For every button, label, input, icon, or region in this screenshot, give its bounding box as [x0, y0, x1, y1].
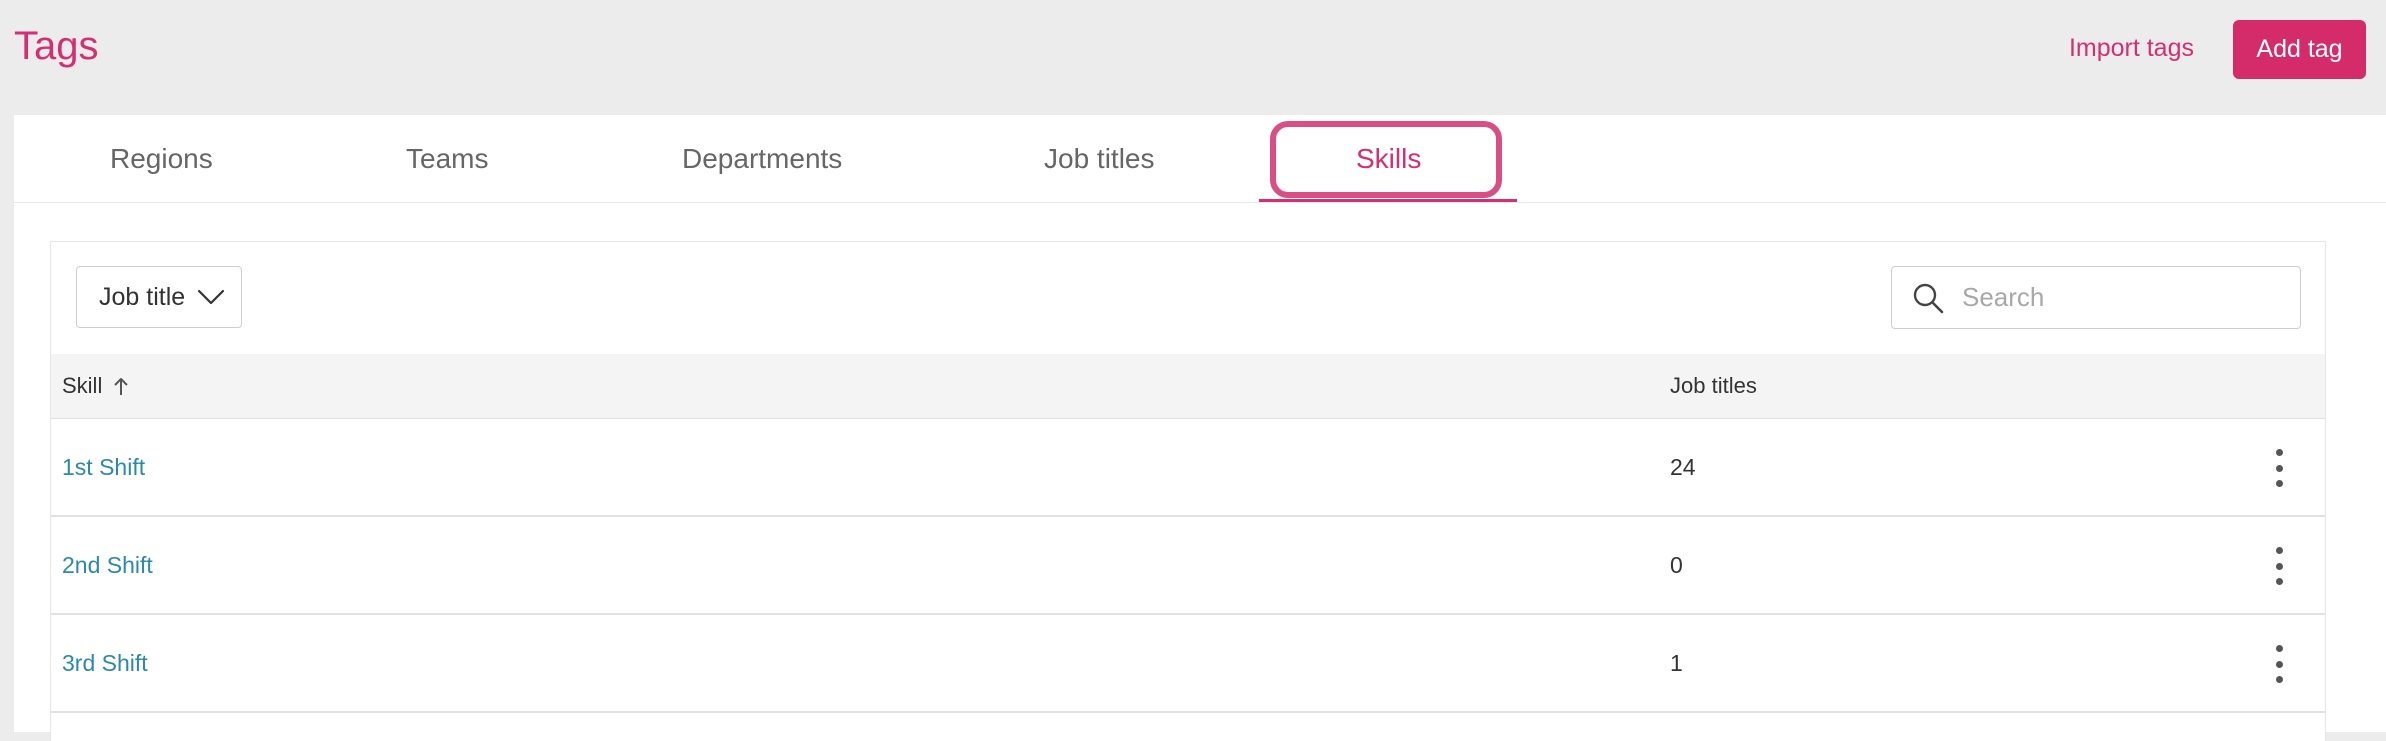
active-tab-underline — [1259, 199, 1517, 202]
column-skill-label: Skill — [62, 373, 103, 398]
tab-skills[interactable]: Skills — [1356, 139, 1421, 179]
tags-card: Regions Teams Departments Job titles Ski… — [14, 115, 2386, 741]
search-input[interactable] — [1960, 281, 2280, 314]
more-vertical-icon[interactable] — [2269, 449, 2289, 487]
job-titles-count: 0 — [1670, 552, 1683, 578]
add-tag-button[interactable]: Add tag — [2233, 20, 2366, 79]
skill-link[interactable]: 1st Shift — [62, 452, 145, 482]
chevron-down-icon — [198, 289, 225, 305]
search-field[interactable] — [1891, 266, 2301, 329]
more-vertical-icon[interactable] — [2269, 547, 2289, 585]
table-row: 2nd Shift 0 — [51, 517, 2325, 615]
table-header: Skill Job titles — [51, 354, 2325, 419]
skill-link[interactable]: 2nd Shift — [62, 550, 153, 580]
tab-job-titles[interactable]: Job titles — [1044, 139, 1155, 179]
arrow-up-icon — [114, 378, 129, 395]
import-tags-link[interactable]: Import tags — [2069, 30, 2194, 66]
table-row: 1st Shift 24 — [51, 419, 2325, 517]
skills-panel: Job title Skill Job titles — [50, 241, 2326, 741]
tab-regions[interactable]: Regions — [110, 139, 213, 179]
job-title-filter-dropdown[interactable]: Job title — [76, 266, 242, 328]
job-titles-count: 1 — [1670, 650, 1683, 676]
column-header-skill[interactable]: Skill — [62, 371, 130, 401]
table-row: 3rd Shift 1 — [51, 615, 2325, 713]
job-titles-count: 24 — [1670, 454, 1696, 480]
tab-departments[interactable]: Departments — [682, 139, 842, 179]
skill-link[interactable]: 3rd Shift — [62, 648, 148, 678]
tab-teams[interactable]: Teams — [406, 139, 488, 179]
filter-label: Job title — [99, 282, 186, 311]
column-job-titles-label: Job titles — [1670, 373, 1757, 398]
more-vertical-icon[interactable] — [2269, 645, 2289, 683]
tag-tabs: Regions Teams Departments Job titles Ski… — [14, 115, 2386, 203]
page-title: Tags — [14, 24, 99, 68]
search-icon — [1913, 283, 1944, 313]
column-header-job-titles: Job titles — [1670, 371, 1757, 401]
